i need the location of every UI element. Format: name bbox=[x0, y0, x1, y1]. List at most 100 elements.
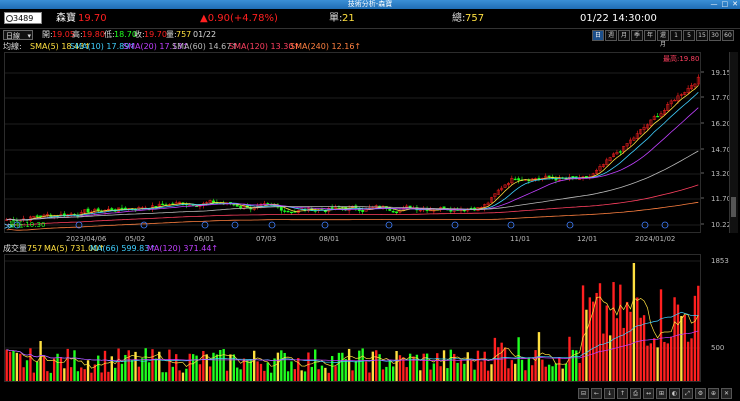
candle-body bbox=[161, 203, 165, 206]
scrollbar-thumb[interactable] bbox=[731, 197, 736, 217]
volume-bar bbox=[364, 361, 368, 381]
period-button-4[interactable]: 年 bbox=[644, 30, 656, 41]
volume-bar bbox=[686, 341, 690, 381]
volume-bar bbox=[69, 367, 73, 381]
toolbar-button-1[interactable]: ← bbox=[591, 388, 602, 399]
volume-bar bbox=[683, 314, 686, 381]
volume-bar bbox=[612, 282, 615, 381]
price-change: ▲0.90(+4.78%) bbox=[200, 13, 278, 24]
toolbar-button-2[interactable]: ↓ bbox=[604, 388, 615, 399]
toolbar-button-5[interactable]: ↔ bbox=[643, 388, 654, 399]
toolbar-button-0[interactable]: ⊟ bbox=[578, 388, 589, 399]
volume-bar bbox=[19, 353, 22, 381]
price-chart[interactable]: 最高:19.80 最低:10.30 bbox=[4, 52, 701, 233]
volume-bar bbox=[80, 367, 83, 381]
period-buttons: 日週月季年還月 1 5 15 30 60 bbox=[591, 30, 734, 48]
toolbar-button-11[interactable]: ✕ bbox=[721, 388, 732, 399]
toolbar-button-10[interactable]: ⊕ bbox=[708, 388, 719, 399]
ma-line-20 bbox=[6, 107, 699, 221]
volume-bar bbox=[571, 349, 575, 381]
volume-chart-svg bbox=[5, 260, 700, 381]
volume-bar bbox=[507, 368, 510, 381]
nav-forward-button[interactable]: ≫ bbox=[4, 222, 18, 232]
period-button-7[interactable]: 5 bbox=[683, 30, 695, 41]
period-button-0[interactable]: 日 bbox=[592, 30, 604, 41]
toolbar-button-9[interactable]: ⚙ bbox=[695, 388, 706, 399]
volume-bar bbox=[144, 348, 147, 381]
stock-code-value: 3489 bbox=[13, 14, 34, 23]
vertical-scrollbar[interactable] bbox=[729, 52, 738, 233]
volume-bar bbox=[12, 350, 15, 381]
volume-bar bbox=[59, 357, 63, 381]
volume-bar bbox=[344, 358, 347, 381]
volume-bar bbox=[97, 355, 100, 381]
volume-bar bbox=[185, 368, 188, 381]
volume-tick-0: 1853 bbox=[711, 257, 729, 265]
volume-bar bbox=[480, 361, 483, 381]
volume-bar bbox=[673, 297, 676, 381]
minimize-button[interactable]: — bbox=[711, 0, 718, 9]
toolbar-button-3[interactable]: ↑ bbox=[617, 388, 628, 399]
volume-bar bbox=[22, 367, 25, 381]
ma-line-5 bbox=[6, 85, 699, 221]
volume-bar bbox=[395, 350, 398, 381]
period-button-8[interactable]: 15 bbox=[696, 30, 708, 41]
high-annotation: 最高:19.80 bbox=[663, 54, 699, 63]
volume-bar bbox=[280, 350, 283, 381]
volume-bar bbox=[175, 354, 178, 381]
maximize-button[interactable]: □ bbox=[722, 0, 729, 9]
volume-bar bbox=[52, 358, 56, 381]
period-button-2[interactable]: 月 bbox=[618, 30, 630, 41]
stock-code-input[interactable]: 3489 bbox=[4, 12, 42, 24]
toolbar-button-7[interactable]: ◐ bbox=[669, 388, 680, 399]
volume-bar bbox=[436, 353, 439, 381]
window-title: 技術分析-森寶 bbox=[347, 0, 393, 8]
volume-bar bbox=[656, 347, 659, 381]
volume-bar bbox=[236, 367, 239, 381]
volume-chart[interactable] bbox=[4, 254, 701, 382]
volume-bar bbox=[544, 366, 547, 381]
volume-bar bbox=[239, 369, 242, 381]
volume-bar bbox=[307, 352, 310, 381]
volume-bar bbox=[581, 285, 585, 381]
close-value: 19.70 bbox=[144, 30, 167, 39]
toolbar-button-4[interactable]: ⎙ bbox=[630, 388, 641, 399]
candle-body bbox=[517, 178, 521, 181]
period-select[interactable]: 日線 bbox=[3, 30, 33, 41]
toolbar-button-8[interactable]: ⤢ bbox=[682, 388, 693, 399]
volume-bar bbox=[90, 372, 93, 381]
volume-bar bbox=[130, 359, 134, 381]
unit-volume-label: 單: bbox=[329, 13, 343, 24]
period-button-10[interactable]: 60 bbox=[722, 30, 734, 41]
volume-bar bbox=[337, 352, 341, 381]
volume-legend: 成交量 757 MA(5) 731.00↑ MA(66) 599.83↑ MA(12… bbox=[0, 243, 740, 254]
toolbar-button-6[interactable]: ⊞ bbox=[656, 388, 667, 399]
volume-legend-item-2: MA(120) 371.44↑ bbox=[147, 244, 219, 253]
date-tick-7: 11/01 bbox=[510, 235, 530, 243]
period-button-3[interactable]: 季 bbox=[631, 30, 643, 41]
volume-bar bbox=[520, 359, 524, 381]
last-price: 19.70 bbox=[78, 13, 107, 24]
ohlc-date: 01/22 bbox=[193, 30, 217, 39]
period-button-9[interactable]: 30 bbox=[709, 30, 721, 41]
volume-bar bbox=[263, 370, 266, 381]
volume-bar bbox=[107, 371, 110, 381]
volume-bar bbox=[619, 284, 622, 381]
candle-body bbox=[330, 207, 334, 209]
close-button[interactable]: ✕ bbox=[732, 0, 738, 9]
volume-bar bbox=[391, 366, 395, 381]
volume-bar bbox=[168, 349, 171, 381]
volume-bar bbox=[303, 371, 307, 381]
period-button-6[interactable]: 1 bbox=[670, 30, 682, 41]
volume-bar bbox=[208, 366, 212, 381]
volume-bar bbox=[388, 360, 391, 381]
period-button-5[interactable]: 還月 bbox=[657, 30, 669, 48]
volume-bar bbox=[198, 364, 202, 381]
volume-bar bbox=[181, 372, 185, 381]
period-button-1[interactable]: 週 bbox=[605, 30, 617, 41]
volume-bar bbox=[625, 301, 629, 381]
volume-bar bbox=[161, 372, 164, 381]
volume-bar bbox=[354, 360, 358, 381]
candle-body bbox=[279, 206, 283, 211]
quote-header: 3489 森寶 19.70 ▲0.90(+4.78%) 單: 21 總: 757… bbox=[0, 9, 740, 29]
